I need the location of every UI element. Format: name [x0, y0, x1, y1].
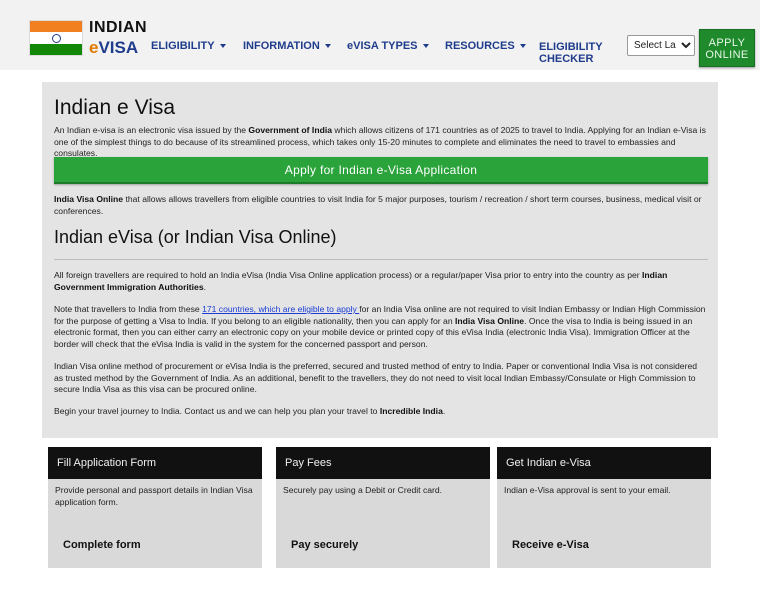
requirements-paragraph: All foreign travellers are required to h… [54, 270, 668, 292]
eligibility-paragraph: Note that travellers to India from these… [54, 304, 706, 349]
chevron-down-icon [519, 44, 526, 49]
purposes-paragraph: India Visa Online that allows allows tra… [54, 194, 702, 216]
chevron-down-icon [422, 44, 429, 49]
chevron-down-icon [219, 44, 226, 49]
site-header: INDIAN eVISA ELIGIBILITY INFORMATION eVI… [0, 0, 760, 70]
card-title: Pay Fees [276, 447, 490, 479]
eligible-countries-link[interactable]: 171 countries, which are eligible to app… [202, 304, 359, 314]
nav-evisa-types[interactable]: eVISA TYPES [347, 40, 429, 52]
main-content: Indian e Visa An Indian e-visa is an ele… [42, 82, 718, 438]
nav-eligibility[interactable]: ELIGIBILITY [151, 40, 226, 52]
journey-paragraph: Begin your travel journey to India. Cont… [54, 406, 446, 416]
nav-resources[interactable]: RESOURCES [445, 40, 526, 52]
step-card-get-evisa: Get Indian e-Visa Indian e-Visa approval… [497, 447, 711, 568]
card-title: Get Indian e-Visa [497, 447, 711, 479]
nav-information[interactable]: INFORMATION [243, 40, 331, 52]
chevron-down-icon [324, 44, 331, 49]
logo-line-2: eVISA [89, 38, 139, 57]
pay-securely-link[interactable]: Pay securely [291, 539, 358, 551]
intro-paragraph: An Indian e-visa is an electronic visa i… [54, 125, 706, 158]
logo-line-1: INDIAN [89, 19, 148, 36]
site-logo[interactable]: INDIAN eVISA [29, 20, 147, 56]
section-subtitle: Indian eVisa (or Indian Visa Online) [54, 227, 337, 247]
complete-form-link[interactable]: Complete form [63, 539, 141, 551]
language-select[interactable]: Select Language [627, 35, 695, 56]
card-description: Indian e-Visa approval is sent to your e… [504, 485, 671, 495]
procurement-paragraph: Indian Visa online method of procurement… [54, 361, 698, 394]
page-title: Indian e Visa [54, 96, 176, 119]
step-card-fill-form: Fill Application Form Provide personal a… [48, 447, 262, 568]
apply-evisa-button[interactable]: Apply for Indian e-Visa Application [54, 157, 708, 184]
card-description: Provide personal and passport details in… [55, 485, 253, 507]
nav-eligibility-checker[interactable]: ELIGIBILITY CHECKER [539, 41, 603, 65]
divider [54, 259, 708, 260]
logo-text: INDIAN eVISA [89, 19, 148, 57]
card-title: Fill Application Form [48, 447, 262, 479]
apply-online-button[interactable]: APPLY ONLINE [699, 29, 755, 67]
card-description: Securely pay using a Debit or Credit car… [283, 485, 443, 495]
india-flag-icon [29, 20, 83, 56]
step-card-pay-fees: Pay Fees Securely pay using a Debit or C… [276, 447, 490, 568]
receive-evisa-link[interactable]: Receive e-Visa [512, 539, 589, 551]
